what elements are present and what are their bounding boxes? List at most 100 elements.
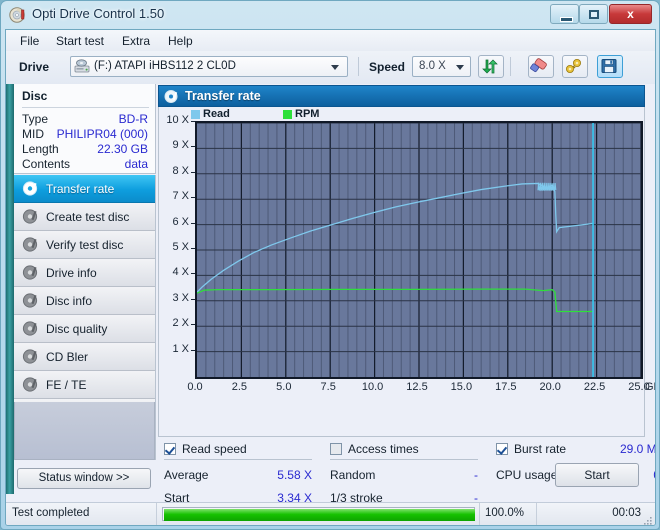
divider bbox=[330, 459, 478, 460]
disc-value: PHILIPR04 (000) bbox=[56, 127, 148, 141]
y-axis-tick bbox=[191, 273, 195, 275]
disc-row-type: Type BD-R bbox=[22, 112, 148, 127]
y-axis-tick-label: 5 X bbox=[172, 241, 189, 253]
chart-panel-header: Transfer rate bbox=[158, 85, 645, 107]
burst-rate-checkbox[interactable] bbox=[496, 443, 508, 455]
speed-value: 8.0 X bbox=[419, 60, 446, 72]
burst-rate-value: 29.0 MB/s bbox=[619, 442, 656, 456]
menu-item-help[interactable]: Help bbox=[162, 33, 199, 49]
close-button[interactable]: x bbox=[609, 4, 652, 24]
chevron-down-icon bbox=[331, 65, 339, 70]
drive-select[interactable]: (F:) ATAPI iHBS112 2 CL0D bbox=[70, 56, 348, 77]
disc-icon bbox=[22, 264, 39, 281]
sidebar-item-fe-te[interactable]: FE / TE bbox=[14, 371, 155, 399]
sidebar-item-disc-quality[interactable]: Disc quality bbox=[14, 315, 155, 343]
access-random-key: Random bbox=[330, 468, 376, 482]
disc-row-contents: Contents data bbox=[22, 157, 148, 172]
erase-button[interactable] bbox=[528, 55, 554, 78]
disc-icon bbox=[22, 208, 39, 225]
results-panel: Read speed Average 5.58 X Start 3.34 X E… bbox=[158, 439, 655, 525]
chart-body: Read speedRPM 1 X2 X3 X4 X5 X6 X7 X8 X9 … bbox=[158, 107, 655, 437]
x-axis-tick-label: 7.5 bbox=[320, 381, 336, 393]
read-speed-average-key: Average bbox=[164, 468, 209, 482]
disc-value: data bbox=[124, 157, 148, 171]
menu-item-file[interactable]: File bbox=[14, 33, 45, 49]
divider bbox=[479, 503, 480, 525]
sidebar-item-disc-info[interactable]: Disc info bbox=[14, 287, 155, 315]
sidebar-item-cd-bler[interactable]: CD Bler bbox=[14, 343, 155, 371]
close-icon: x bbox=[627, 7, 634, 21]
sidebar-item-verify-test-disc[interactable]: Verify test disc bbox=[14, 231, 155, 259]
resize-grip-icon[interactable] bbox=[644, 514, 652, 525]
chart-panel-title: Transfer rate bbox=[185, 89, 261, 103]
sidebar-item-create-test-disc[interactable]: Create test disc bbox=[14, 203, 155, 231]
toolbar-separator bbox=[510, 57, 511, 76]
sidebar-filler bbox=[14, 402, 155, 460]
legend-swatch-rpm bbox=[283, 110, 292, 119]
divider bbox=[536, 503, 537, 525]
y-axis-tick bbox=[191, 298, 195, 300]
disc-panel-title: Disc bbox=[22, 89, 48, 103]
legend-swatch-read-speed bbox=[191, 110, 200, 119]
toolbar: Drive (F:) ATAPI iHBS112 2 CL0D Speed 8.… bbox=[6, 51, 655, 85]
start-button[interactable]: Start bbox=[555, 463, 639, 487]
y-axis-tick bbox=[191, 349, 195, 351]
menu-bar: File Start test Extra Help bbox=[6, 30, 655, 52]
toolbar-separator bbox=[358, 57, 359, 76]
disc-row-mid: MID PHILIPR04 (000) bbox=[22, 127, 148, 142]
disc-icon bbox=[22, 376, 39, 393]
sidebar-item-label: Disc info bbox=[46, 294, 93, 308]
chevron-down-icon bbox=[456, 65, 464, 70]
progress-bar bbox=[162, 507, 475, 521]
disc-key: Type bbox=[22, 112, 49, 126]
sidebar-item-label: Disc quality bbox=[46, 322, 108, 336]
x-axis-tick-label: 5.0 bbox=[276, 381, 292, 393]
menu-item-start-test[interactable]: Start test bbox=[50, 33, 110, 49]
y-axis-tick-label: 1 X bbox=[172, 342, 189, 355]
chart-panel: Transfer rate Read speed RPM 1 X 2 X 3 X 4 X… bbox=[156, 84, 655, 525]
disc-icon bbox=[22, 320, 39, 337]
y-axis-tick-label: 10 X bbox=[166, 114, 189, 126]
y-axis-tick bbox=[191, 146, 195, 148]
refresh-button[interactable] bbox=[478, 55, 504, 78]
divider bbox=[164, 459, 312, 460]
status-bar: Test completed 100.0% 00:03 bbox=[6, 502, 655, 525]
minimize-button[interactable] bbox=[550, 4, 579, 24]
cpu-usage-key: CPU usage bbox=[496, 468, 558, 482]
speed-label: Speed bbox=[369, 60, 406, 74]
tools-button[interactable] bbox=[562, 55, 588, 78]
sidebar-item-label: Transfer rate bbox=[46, 182, 115, 196]
sidebar-item-transfer-rate[interactable]: Transfer rate bbox=[14, 175, 155, 203]
x-axis-tick-label: 0.0 bbox=[187, 381, 203, 393]
title-bar[interactable]: Opti Drive Control 1.50 x bbox=[1, 1, 659, 29]
x-axis-unit-label: GB bbox=[645, 381, 655, 393]
y-axis-tick bbox=[191, 121, 195, 122]
sidebar-item-drive-info[interactable]: Drive info bbox=[14, 259, 155, 287]
disc-icon bbox=[22, 348, 39, 365]
drive-value: (F:) ATAPI iHBS112 2 CL0D bbox=[94, 60, 236, 72]
disc-icon bbox=[22, 180, 39, 197]
chart-plot-area[interactable] bbox=[195, 121, 643, 379]
menu-item-extra[interactable]: Extra bbox=[116, 33, 156, 49]
refresh-arrows-icon bbox=[482, 59, 498, 74]
save-button[interactable] bbox=[597, 55, 623, 78]
y-axis-tick-label: 2 X bbox=[172, 317, 189, 330]
legend-label: RPM bbox=[295, 108, 320, 120]
floppy-save-icon bbox=[601, 59, 617, 73]
status-text: Test completed bbox=[12, 507, 90, 519]
disc-icon bbox=[164, 89, 179, 104]
client-area: File Start test Extra Help Drive (F:) AT… bbox=[5, 29, 656, 526]
maximize-icon bbox=[589, 10, 599, 19]
access-times-checkbox[interactable] bbox=[330, 443, 342, 455]
disc-row-length: Length 22.30 GB bbox=[22, 142, 148, 157]
y-axis-tick-label: 9 X bbox=[172, 139, 189, 152]
status-window-button[interactable]: Status window >> bbox=[17, 468, 151, 489]
speed-select[interactable]: 8.0 X bbox=[412, 56, 471, 77]
disc-value: 22.30 GB bbox=[97, 142, 148, 156]
disc-key: Contents bbox=[22, 157, 71, 171]
maximize-button[interactable] bbox=[579, 4, 608, 24]
disc-value: BD-R bbox=[118, 112, 148, 126]
series-rpm bbox=[197, 288, 594, 313]
read-speed-checkbox[interactable] bbox=[164, 443, 176, 455]
x-axis-tick-label: 10.0 bbox=[361, 381, 384, 393]
